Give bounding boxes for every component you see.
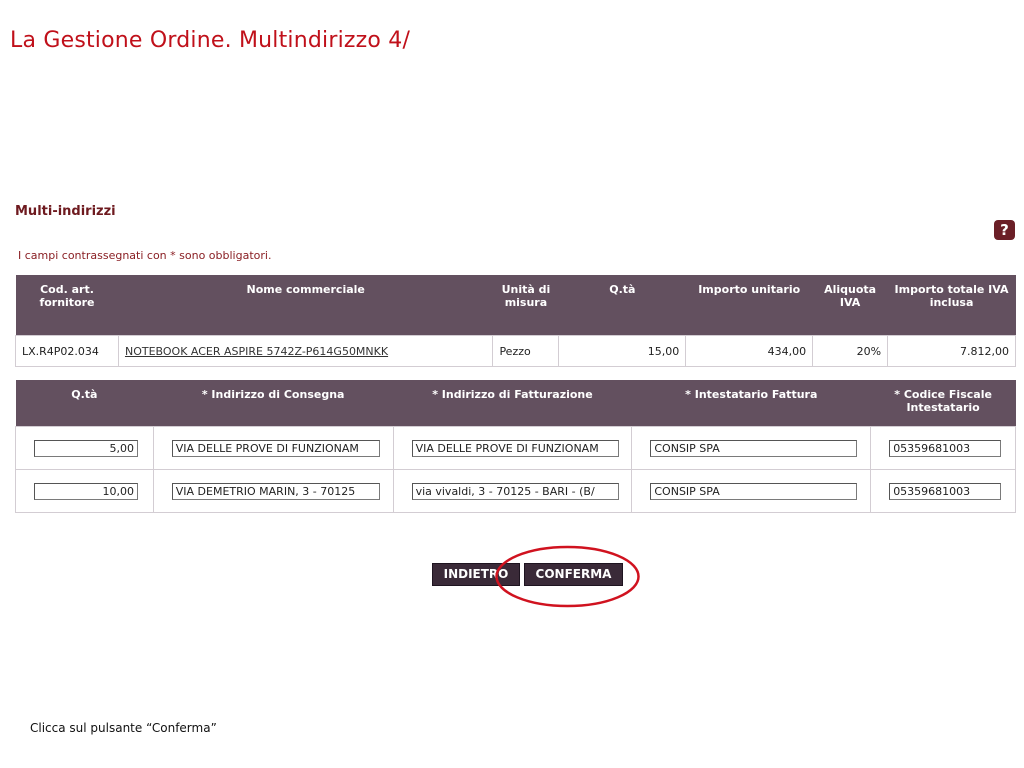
header-name: Nome commerciale: [118, 275, 493, 336]
tax-code-input[interactable]: 05359681003: [889, 439, 1002, 457]
header-unit-price: Importo unitario: [685, 275, 813, 336]
header-unit: Unità di misura: [492, 275, 559, 336]
delivery-address-input[interactable]: VIA DELLE PROVE DI FUNZIONAM: [171, 439, 380, 457]
header-split-qty: Q.tà: [15, 380, 154, 427]
invoice-holder-input[interactable]: CONSIP SPA: [650, 439, 858, 457]
billing-address-input[interactable]: VIA DELLE PROVE DI FUNZIONAM: [411, 439, 619, 457]
header-qty: Q.tà: [558, 275, 686, 336]
address-header-row: Q.tà * Indirizzo di Consegna * Indirizzo…: [15, 380, 1016, 427]
table-row: 10,00 VIA DEMETRIO MARIN, 3 - 70125 via …: [15, 469, 1016, 513]
address-table: Q.tà * Indirizzo di Consegna * Indirizzo…: [15, 380, 1016, 513]
confirm-button[interactable]: CONFERMA: [524, 563, 623, 586]
delivery-cell: VIA DEMETRIO MARIN, 3 - 70125: [152, 469, 394, 513]
item-code: LX.R4P02.034: [15, 335, 119, 367]
instruction-text: Clicca sul pulsante “Conferma”: [30, 721, 217, 735]
billing-address-input[interactable]: via vivaldi, 3 - 70125 - BARI - (B/: [411, 482, 619, 500]
qty-input[interactable]: 5,00: [34, 439, 138, 457]
item-total: 7.812,00: [887, 335, 1016, 367]
table-row: 5,00 VIA DELLE PROVE DI FUNZIONAM VIA DE…: [15, 426, 1016, 470]
item-unit: Pezzo: [492, 335, 560, 367]
slide-title: La Gestione Ordine. Multindirizzo 4/: [10, 28, 411, 53]
header-delivery-address: * Indirizzo di Consegna: [153, 380, 394, 427]
back-button[interactable]: INDIETRO: [432, 563, 520, 586]
header-invoice-holder: * Intestatario Fattura: [631, 380, 871, 427]
tax-code-input[interactable]: 05359681003: [889, 482, 1002, 500]
table-row: LX.R4P02.034 NOTEBOOK ACER ASPIRE 5742Z-…: [15, 335, 1016, 367]
item-vat: 20%: [812, 335, 889, 367]
invoice-holder-input[interactable]: CONSIP SPA: [650, 482, 858, 500]
holder-cell: CONSIP SPA: [631, 426, 872, 470]
header-billing-address: * Indirizzo di Fatturazione: [393, 380, 632, 427]
required-fields-note: I campi contrassegnati con * sono obblig…: [18, 249, 272, 262]
header-total: Importo totale IVA inclusa: [887, 275, 1016, 336]
billing-cell: VIA DELLE PROVE DI FUNZIONAM: [392, 426, 633, 470]
item-name-cell: NOTEBOOK ACER ASPIRE 5742Z-P614G50MNKK: [117, 335, 494, 367]
header-tax-code: * Codice Fiscale Intestatario: [870, 380, 1016, 427]
section-title: Multi-indirizzi: [15, 204, 116, 219]
qty-input[interactable]: 10,00: [34, 482, 138, 500]
header-code: Cod. art. fornitore: [15, 275, 119, 336]
item-qty: 15,00: [558, 335, 687, 367]
qty-cell: 10,00: [15, 469, 154, 513]
billing-cell: via vivaldi, 3 - 70125 - BARI - (B/: [392, 469, 633, 513]
holder-cell: CONSIP SPA: [631, 469, 872, 513]
qty-cell: 5,00: [15, 426, 154, 470]
item-name-link[interactable]: NOTEBOOK ACER ASPIRE 5742Z-P614G50MNKK: [125, 345, 388, 358]
items-header-row: Cod. art. fornitore Nome commerciale Uni…: [15, 275, 1016, 336]
item-unit-price: 434,00: [685, 335, 814, 367]
tax-code-cell: 05359681003: [870, 469, 1016, 513]
help-icon[interactable]: ?: [994, 220, 1015, 240]
header-vat: Aliquota IVA: [812, 275, 888, 336]
delivery-address-input[interactable]: VIA DEMETRIO MARIN, 3 - 70125: [171, 482, 380, 500]
items-table: Cod. art. fornitore Nome commerciale Uni…: [15, 275, 1016, 367]
delivery-cell: VIA DELLE PROVE DI FUNZIONAM: [152, 426, 394, 470]
tax-code-cell: 05359681003: [870, 426, 1016, 470]
